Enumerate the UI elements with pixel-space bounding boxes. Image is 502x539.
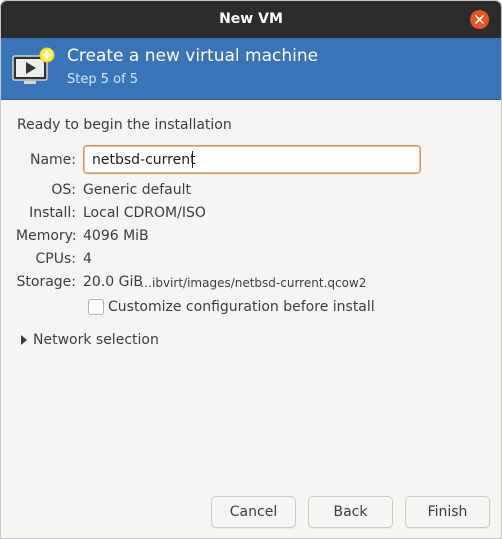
install-label: Install:: [29, 205, 76, 221]
name-label: Name:: [29, 152, 76, 168]
storage-label: Storage:: [16, 274, 77, 290]
vm-monitor-icon: [12, 47, 55, 84]
close-icon: [475, 15, 484, 24]
finish-button[interactable]: Finish: [405, 496, 490, 528]
cancel-button[interactable]: Cancel: [211, 496, 296, 528]
ready-text: Ready to begin the installation: [17, 117, 232, 133]
step-indicator: Step 5 of 5: [67, 72, 139, 87]
customize-checkbox[interactable]: [88, 299, 104, 315]
summary-panel: Ready to begin the installation Name: OS…: [1, 100, 501, 538]
text-caret: [192, 151, 193, 168]
memory-value: 4096 MiB: [83, 228, 149, 244]
close-button[interactable]: [470, 10, 489, 29]
storage-path: …ibvirt/images/netbsd-current.qcow2: [140, 276, 367, 290]
banner-heading: Create a new virtual machine: [67, 46, 319, 66]
back-button[interactable]: Back: [308, 496, 393, 528]
os-value: Generic default: [83, 182, 192, 198]
customize-checkbox-row[interactable]: Customize configuration before install: [88, 297, 375, 317]
new-vm-window: New VM Create a new virtual machine Step…: [0, 0, 502, 539]
memory-label: Memory:: [16, 228, 77, 244]
name-input[interactable]: [83, 145, 421, 174]
install-value: Local CDROM/ISO: [83, 205, 206, 221]
customize-label[interactable]: Customize configuration before install: [108, 299, 375, 315]
cpus-value: 4: [83, 251, 92, 267]
expander-arrow-icon: [21, 335, 27, 345]
storage-size: 20.0 GiB: [83, 274, 143, 290]
titlebar[interactable]: New VM: [1, 1, 501, 38]
header-banner: Create a new virtual machine Step 5 of 5: [1, 38, 501, 100]
os-label: OS:: [51, 182, 76, 198]
window-title: New VM: [219, 11, 283, 27]
network-selection-expander[interactable]: Network selection: [21, 332, 159, 348]
network-selection-label[interactable]: Network selection: [33, 332, 159, 348]
cpus-label: CPUs:: [35, 251, 76, 267]
